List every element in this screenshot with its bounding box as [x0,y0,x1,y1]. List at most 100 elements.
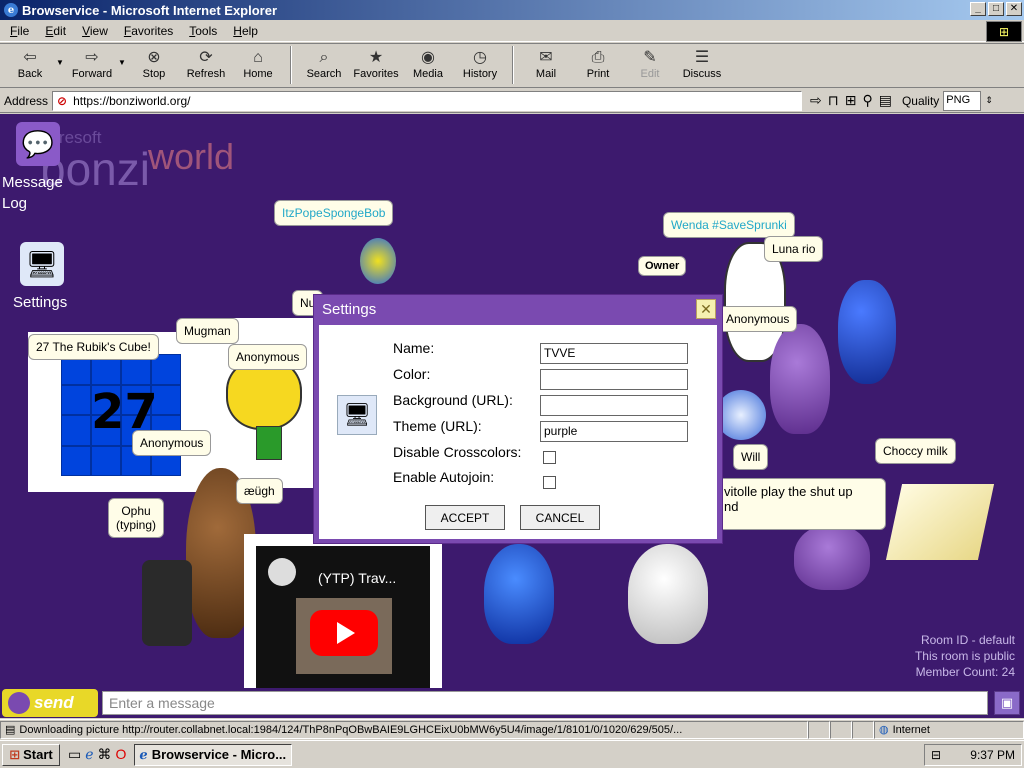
insecure-page-icon: ⊘ [57,93,68,108]
explorer-icon[interactable]: ⌘ [98,746,112,763]
youtube-embed[interactable]: (YTP) Trav... [256,546,430,688]
back-button[interactable]: ⇦ Back [4,46,56,80]
theme-url-label: Theme (URL): [393,418,482,434]
video-title: (YTP) Trav... [318,570,397,586]
mail-icon: ✉ [539,49,553,66]
message-input[interactable]: Enter a message [102,691,988,715]
chat-options-icon[interactable]: ▣ [994,691,1020,715]
quality-select[interactable]: PNG [943,90,982,111]
search-button[interactable]: ⌕ Search [298,46,350,80]
forward-dropdown-icon[interactable]: ▼ [118,46,128,67]
search-icon: ⌕ [319,49,329,66]
desktop-icon[interactable]: ▭ [68,746,81,763]
menu-tools[interactable]: Tools [181,24,225,38]
status-segment [830,720,852,739]
speech-bubble: Anonymous [132,430,212,456]
back-arrow-icon: ⇦ [23,49,37,66]
address-input[interactable]: ⊘ https://bonziworld.org/ [52,90,803,111]
background-url-input[interactable] [540,395,688,416]
color-input[interactable] [540,369,688,390]
room-public: This room is public [914,649,1015,663]
quality-label: Quality [901,93,940,108]
globe-agent-image[interactable] [716,390,766,440]
menu-help[interactable]: Help [225,24,266,38]
menu-view[interactable]: View [74,24,116,38]
speech-bubble: Will [733,444,769,470]
refresh-button[interactable]: ⟳ Refresh [180,46,232,80]
history-button[interactable]: ◷ History [454,46,506,80]
forward-arrow-icon: ⇨ [85,49,99,66]
edit-button[interactable]: ✎ Edit [624,46,676,80]
menu-favorites[interactable]: Favorites [116,24,181,38]
send-button[interactable]: send [2,689,98,717]
dialog-close-button[interactable]: ✕ [696,299,716,319]
back-dropdown-icon[interactable]: ▼ [56,46,66,67]
status-segment [808,720,830,739]
clock[interactable]: 9:37 PM [970,748,1015,762]
ie-logo-icon: e [4,3,18,17]
bonzi-agent-image[interactable] [794,524,870,590]
room-info: Room ID - default This room is public Me… [915,632,1015,680]
quality-spinner-icon[interactable]: ⇕ [985,95,993,106]
quick-launch: ▭ ℯ ⌘ O [68,746,126,763]
close-button[interactable]: ✕ [1006,2,1022,16]
dark-object-image[interactable] [142,560,192,646]
clippy-agent-image[interactable] [885,484,995,560]
zoom-icon[interactable]: ⊞ [845,92,857,109]
cancel-button[interactable]: CANCEL [520,505,600,530]
settings-computer-icon[interactable]: 🖥 [20,242,64,286]
theme-url-input[interactable]: purple [540,421,688,442]
favorites-button[interactable]: ★ Favorites [350,46,402,80]
enable-autojoin-label: Enable Autojoin: [393,469,495,485]
ie-quicklaunch-icon[interactable]: ℯ [85,746,93,763]
menu-file[interactable]: File [2,24,37,38]
enable-autojoin-checkbox[interactable] [543,476,556,489]
forward-button[interactable]: ⇨ Forward [66,46,118,80]
stop-button[interactable]: ⊗ Stop [128,46,180,80]
clipboard-icon[interactable]: ▤ [879,92,892,109]
edit-icon: ✎ [643,49,657,66]
start-button[interactable]: ⊞ Start [2,743,60,766]
message-log-icon[interactable]: 💬 [16,122,60,166]
mail-button[interactable]: ✉ Mail [520,46,572,80]
parrot-agent-image[interactable] [360,238,396,284]
owner-badge: Owner [638,256,687,276]
security-zone: ◍ Internet [874,720,1024,739]
maximize-button[interactable]: □ [988,2,1004,16]
media-button[interactable]: ◉ Media [402,46,454,80]
menu-edit[interactable]: Edit [37,24,74,38]
network-tray-icon[interactable]: ⊟ [931,748,941,762]
youtube-play-icon[interactable] [310,610,378,656]
disable-crosscolors-checkbox[interactable] [543,451,556,464]
parrot-agent-image[interactable] [838,280,896,384]
discuss-icon: ☰ [694,49,710,66]
video-card: (YTP) Trav... [244,534,442,688]
stop-icon: ⊗ [147,49,161,66]
speech-bubble: Ophu (typing) [108,498,165,538]
system-tray: ⊟ 9:37 PM [924,743,1022,766]
accept-button[interactable]: ACCEPT [425,505,505,530]
opera-icon[interactable]: O [116,746,127,763]
task-browservice[interactable]: ℯ Browservice - Micro... [134,743,293,766]
bonzi-blue-agent-image[interactable] [484,544,554,644]
speech-bubble: Anonymous [718,306,798,332]
name-input[interactable]: TVVE [540,343,688,364]
bonzi-agent-image[interactable] [770,324,830,434]
bonzi-white-agent-image[interactable] [628,544,708,644]
speech-bubble: æügh [236,478,283,504]
settings-label[interactable]: Settings [13,294,67,311]
toolbar: ⇦ Back ▼ ⇨ Forward ▼ ⊗ Stop ⟳ Refresh ⌂ Home … [0,43,1024,88]
minimize-button[interactable]: _ [970,2,986,16]
go-arrow-icon[interactable]: ⇨ [810,92,822,109]
internet-globe-icon: ◍ [879,724,889,736]
discuss-button[interactable]: ☰ Discuss [676,46,728,80]
message-log-label[interactable]: Message Log [2,172,63,214]
windows-flag-icon: ⊞ [986,21,1022,42]
find-icon[interactable]: ⚲ [862,92,872,109]
print-button[interactable]: ⎙ Print [572,46,624,80]
room-id: Room ID - default [920,633,1015,647]
speech-bubble: Choccy milk [875,438,956,464]
home-button[interactable]: ⌂ Home [232,46,284,80]
bookmark-icon[interactable]: ⊓ [828,92,839,109]
name-label: Name: [393,340,435,356]
